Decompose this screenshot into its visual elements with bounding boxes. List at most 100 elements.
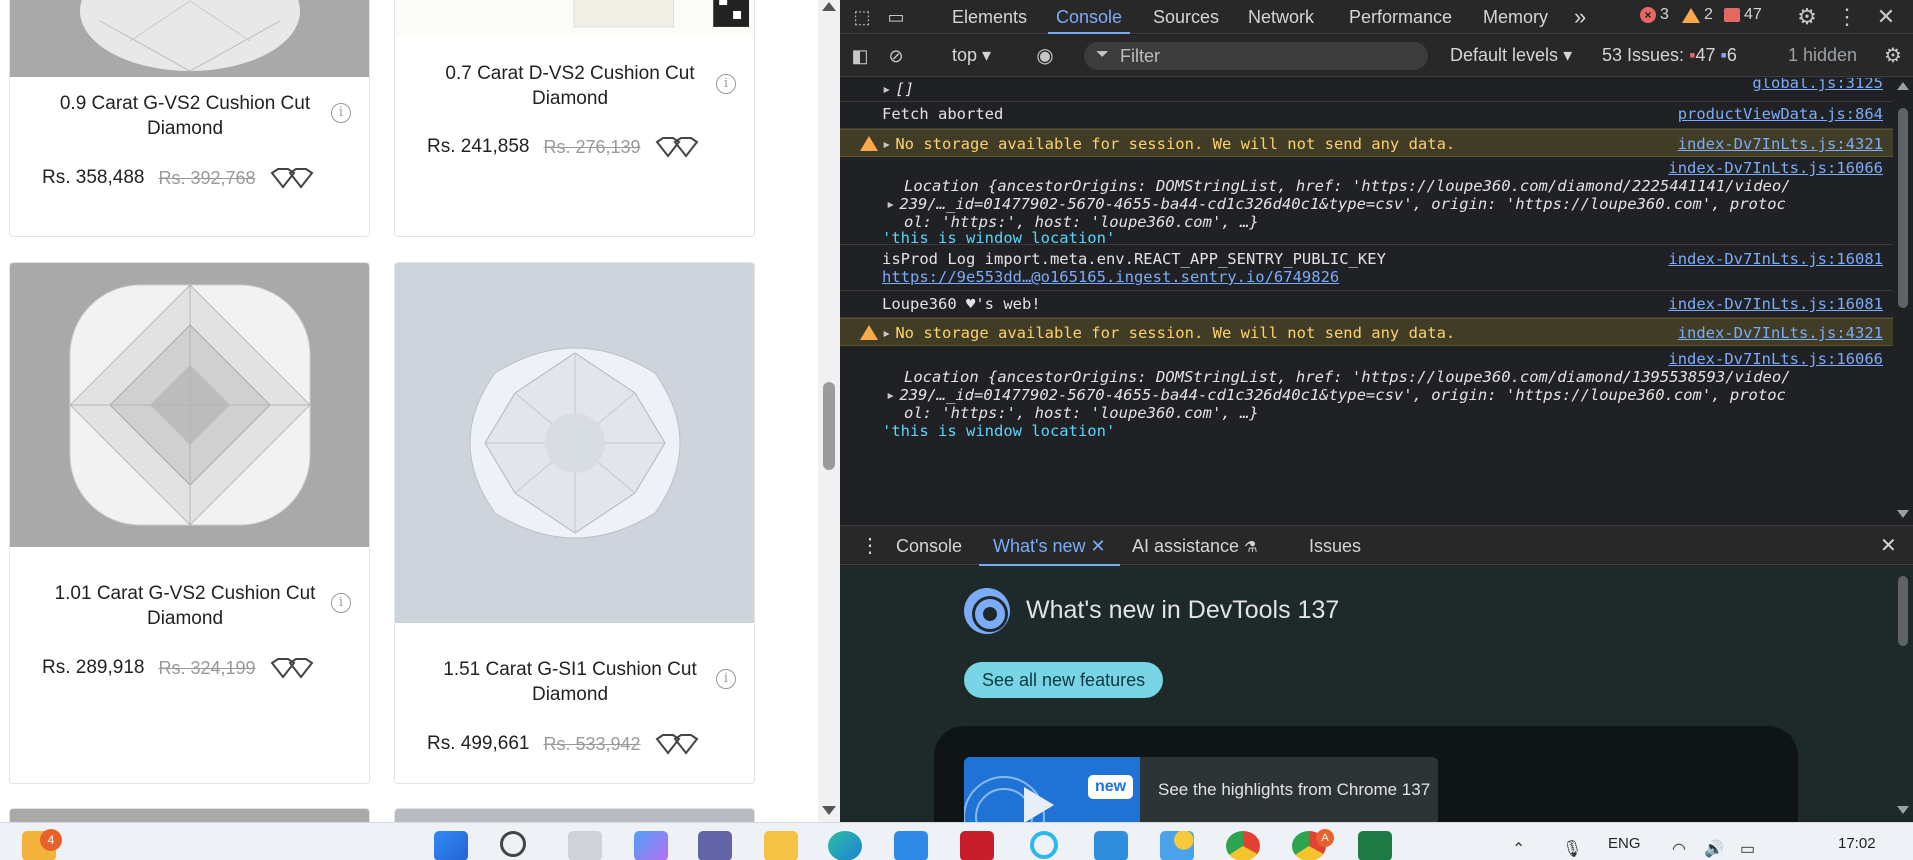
tab-performance[interactable]: Performance	[1349, 0, 1452, 34]
source-link[interactable]: index-Dv7InLts.js:16081	[1668, 250, 1883, 268]
log-levels-dropdown[interactable]: Default levels ▾	[1450, 45, 1572, 66]
device-toolbar-icon[interactable]: ▭	[884, 0, 908, 34]
tab-elements[interactable]: Elements	[952, 0, 1027, 34]
battery-icon[interactable]: ▭	[1740, 839, 1755, 859]
weather-icon[interactable]	[1160, 831, 1194, 860]
scroll-down-arrow-icon[interactable]	[822, 806, 836, 815]
scroll-down-arrow-icon[interactable]	[1897, 510, 1909, 518]
scrollbar-thumb[interactable]	[1898, 108, 1908, 308]
console-message[interactable]: isProd Log import.meta.env.REACT_APP_SEN…	[840, 245, 1893, 291]
console-warning[interactable]: ▸ No storage available for session. We wi…	[840, 318, 1893, 346]
drawer-tab-ai-assistance[interactable]: AI assistance ⚗	[1132, 526, 1258, 566]
error-counter[interactable]: × 3	[1640, 6, 1669, 24]
console-message[interactable]: index-Dv7InLts.js:16066 Location {ancest…	[840, 346, 1893, 446]
product-card[interactable]: 0.9 Carat G-VS2 Cushion Cut Diamond i Rs…	[9, 0, 370, 237]
language-indicator[interactable]: ENG	[1608, 835, 1641, 852]
store-icon[interactable]	[894, 831, 928, 860]
task-view-icon[interactable]	[568, 831, 602, 860]
tab-sources[interactable]: Sources	[1153, 0, 1219, 34]
info-icon[interactable]: i	[331, 103, 351, 123]
sidebar-toggle-icon[interactable]: ◧	[848, 39, 872, 73]
source-link[interactable]: index-Dv7InLts.js:16081	[1668, 295, 1883, 313]
product-card[interactable]	[9, 808, 370, 822]
see-all-features-button[interactable]: See all new features	[964, 662, 1164, 698]
microphone-icon[interactable]: 🎙	[1562, 839, 1582, 859]
chrome-icon[interactable]	[1226, 831, 1260, 860]
volume-icon[interactable]: 🔊	[1704, 839, 1724, 859]
scroll-up-arrow-icon[interactable]	[822, 2, 836, 11]
clear-console-icon[interactable]: ⊘	[884, 39, 908, 73]
source-link[interactable]: index-Dv7InLts.js:4321	[1678, 135, 1883, 153]
source-link[interactable]: index-Dv7InLts.js:16066	[1668, 350, 1883, 368]
copilot-icon[interactable]	[634, 831, 668, 860]
compare-diamond-icon[interactable]	[270, 657, 314, 679]
diamond-image[interactable]	[10, 0, 369, 77]
drawer-menu-icon[interactable]: ⋮	[860, 526, 880, 566]
product-title[interactable]: 1.51 Carat G-SI1 Cushion Cut Diamond	[425, 657, 715, 707]
chevron-up-icon[interactable]: ⌃	[1512, 839, 1525, 859]
info-icon[interactable]: i	[716, 74, 736, 94]
myntra-icon[interactable]	[1094, 831, 1128, 860]
console-warning[interactable]: ▸ No storage available for session. We wi…	[840, 129, 1893, 157]
product-title[interactable]: 0.9 Carat G-VS2 Cushion Cut Diamond	[40, 91, 330, 141]
compare-diamond-icon[interactable]	[655, 136, 699, 158]
live-expression-eye-icon[interactable]: ◉	[1032, 39, 1058, 73]
source-link[interactable]: productViewData.js:864	[1678, 105, 1883, 123]
scroll-up-arrow-icon[interactable]	[1897, 82, 1909, 90]
sentry-link[interactable]: https://9e553dd…@o165165.ingest.sentry.i…	[882, 268, 1339, 286]
source-link[interactable]: index-Dv7InLts.js:16066	[1668, 159, 1883, 177]
product-card[interactable]: 0.7 Carat D-VS2 Cushion Cut Diamond i Rs…	[394, 0, 755, 237]
settings-gear-icon[interactable]: ⚙	[1794, 0, 1820, 34]
whats-new-scrollbar[interactable]	[1893, 566, 1913, 822]
clock-time[interactable]: 17:02	[1838, 835, 1876, 852]
message-counter[interactable]: 47	[1724, 6, 1762, 24]
console-message[interactable]: index-Dv7InLts.js:16066 Location {ancest…	[840, 157, 1893, 247]
close-devtools-icon[interactable]: ✕	[1874, 0, 1898, 34]
info-icon[interactable]: i	[331, 593, 351, 613]
drawer-tab-console[interactable]: Console	[896, 526, 962, 566]
filter-input[interactable]	[1120, 45, 1410, 67]
console-message[interactable]: Fetch aborted productViewData.js:864	[840, 102, 1893, 129]
diamond-image[interactable]	[10, 263, 369, 547]
scroll-down-arrow-icon[interactable]	[1897, 806, 1909, 814]
product-card[interactable]	[394, 808, 755, 822]
compare-diamond-icon[interactable]	[655, 733, 699, 755]
file-explorer-icon[interactable]	[764, 831, 798, 860]
alexa-icon[interactable]	[1030, 831, 1058, 859]
diamond-image[interactable]	[395, 263, 754, 623]
source-link[interactable]: global.js:3125	[1752, 78, 1883, 92]
windows-start-icon[interactable]	[434, 831, 468, 860]
inspect-element-icon[interactable]: ⬚	[850, 0, 874, 34]
product-card[interactable]: 1.01 Carat G-VS2 Cushion Cut Diamond i R…	[9, 262, 370, 784]
context-selector[interactable]: top ▾	[952, 45, 991, 66]
scrollbar-thumb[interactable]	[1898, 576, 1908, 646]
tab-memory[interactable]: Memory	[1483, 0, 1548, 34]
tab-console[interactable]: Console	[1047, 0, 1131, 34]
excel-icon[interactable]	[1358, 831, 1392, 860]
page-scrollbar[interactable]	[818, 0, 840, 822]
close-drawer-icon[interactable]: ✕	[1880, 526, 1897, 566]
product-title[interactable]: 1.01 Carat G-VS2 Cushion Cut Diamond	[40, 581, 330, 631]
warning-counter[interactable]: 2	[1682, 6, 1713, 24]
edge-icon[interactable]	[828, 831, 862, 860]
diamond-image[interactable]	[395, 809, 754, 822]
issues-counter[interactable]: 53 Issues: ▪47 ▪6	[1602, 45, 1737, 66]
product-title[interactable]: 0.7 Carat D-VS2 Cushion Cut Diamond	[425, 61, 715, 111]
drawer-tab-whats-new[interactable]: What's new ✕	[979, 526, 1120, 566]
mcafee-icon[interactable]	[960, 831, 994, 860]
console-message[interactable]: Loupe360 ♥'s web! index-Dv7InLts.js:1608…	[840, 291, 1893, 318]
scrollbar-thumb[interactable]	[823, 382, 835, 470]
more-options-icon[interactable]: ⋮	[1836, 0, 1858, 34]
highlights-video-link[interactable]: new See the highlights from Chrome 137	[964, 757, 1438, 822]
product-card[interactable]: 1.51 Carat G-SI1 Cushion Cut Diamond i R…	[394, 262, 755, 784]
compare-diamond-icon[interactable]	[270, 167, 314, 189]
search-icon[interactable]	[500, 831, 526, 857]
console-settings-gear-icon[interactable]: ⚙	[1880, 39, 1906, 73]
tab-network[interactable]: Network	[1248, 0, 1314, 34]
wifi-icon[interactable]: ◠	[1672, 839, 1686, 859]
close-tab-icon[interactable]: ✕	[1091, 536, 1106, 556]
console-filter-field[interactable]: ⏷	[1084, 42, 1428, 70]
console-message[interactable]: ▸[] global.js:3125	[840, 78, 1893, 102]
info-icon[interactable]: i	[716, 669, 736, 689]
source-link[interactable]: index-Dv7InLts.js:4321	[1678, 324, 1883, 342]
